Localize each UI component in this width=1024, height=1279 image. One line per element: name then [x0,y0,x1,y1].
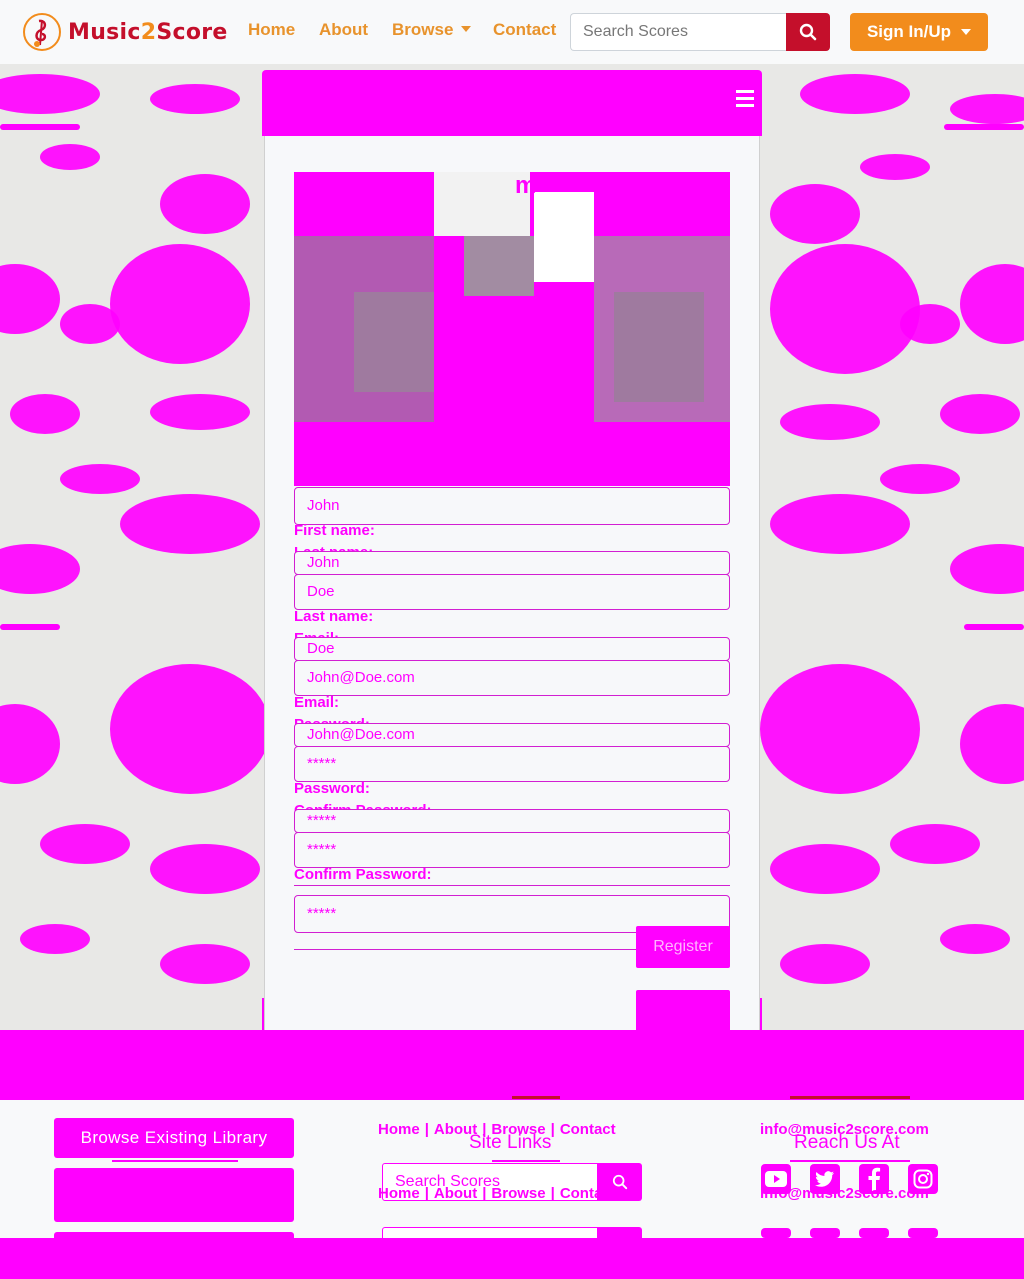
footer-contact-link[interactable]: Contact [560,1121,616,1138]
site-links-heading: Site Links [469,1132,552,1153]
password-input-duplicate[interactable]: ***** [294,809,730,833]
search-icon [799,23,817,41]
nav-home-link[interactable]: Home [248,20,295,40]
password-label-duplicate: Password: [294,780,370,797]
register-button-shadow [636,990,730,1034]
chevron-down-icon [961,29,972,35]
email-input[interactable]: John@Doe.com [294,660,730,696]
top-navbar: Music2Score Home About Browse Contact Se… [0,0,1024,64]
registration-image [294,172,730,486]
last-name-input-duplicate[interactable]: Doe [294,637,730,661]
footer-search-input[interactable] [382,1227,598,1238]
nav-contact-link[interactable]: Contact [493,20,556,40]
footer-home-link[interactable]: Home [378,1121,420,1138]
instagram-icon[interactable] [908,1228,938,1238]
footer-button[interactable] [54,1168,294,1222]
password-input[interactable]: ***** [294,746,730,782]
first-name-input-duplicate[interactable]: John [294,551,730,575]
last-name-input[interactable]: Doe [294,574,730,610]
reach-us-heading: Reach Us At [794,1132,900,1153]
footer-browse-link[interactable]: Browse [491,1185,545,1202]
confirm-password-label-duplicate: Confirm Password: [294,866,432,883]
footer-home-link[interactable]: Home [378,1185,420,1202]
chevron-down-icon [461,26,472,32]
form-heading: m [515,172,537,199]
register-button[interactable]: Register [636,926,730,968]
first-name-input[interactable]: John [294,487,730,525]
footer-search-button[interactable] [598,1227,642,1238]
sign-in-up-dropdown[interactable]: Sign In/Up [850,13,988,51]
search-button[interactable] [786,13,830,51]
footer-email-link-duplicate[interactable]: info@music2score.com [760,1185,929,1202]
nav-browse-label: Browse [392,20,454,39]
search-form: Search Scores [570,13,830,51]
twitter-icon[interactable] [810,1228,840,1238]
browse-library-underline [112,1160,238,1162]
footer-site-links-duplicate: Home | About | Browse | Contact [378,1185,616,1202]
footer-heading-band [0,1030,1024,1100]
footer-search-form-duplicate [382,1227,642,1238]
youtube-icon[interactable] [761,1228,791,1238]
footer-band-underline [790,1096,910,1099]
footer-band-underline [512,1096,560,1099]
music-note-logo-icon [23,13,61,51]
email-label-duplicate: Email: [294,694,340,711]
browse-library-button[interactable]: Browse Existing Library [54,1118,294,1158]
search-input[interactable]: Search Scores [570,13,786,51]
sign-in-up-label: Sign In/Up [866,22,952,41]
brand-logo[interactable]: Music2Score [22,12,228,52]
facebook-icon[interactable] [859,1228,889,1238]
reach-us-underline [790,1160,910,1162]
nav-browse-dropdown[interactable]: Browse [392,20,472,40]
card-header [262,70,762,136]
menu-icon[interactable] [736,90,754,111]
confirm-password-input[interactable]: ***** [294,832,730,868]
footer-about-link[interactable]: About [434,1185,477,1202]
first-name-label: First name: [294,522,375,539]
brand-name: Music2Score [68,19,228,45]
footer-contact-link[interactable]: Contact [560,1185,616,1202]
nav-about-link[interactable]: About [319,20,368,40]
form-divider [294,885,730,886]
site-links-underline [492,1160,560,1162]
footer-button[interactable] [54,1232,294,1242]
footer-bottom-band [0,1238,1024,1279]
last-name-label-duplicate: Last name: [294,608,374,625]
email-input-duplicate[interactable]: John@Doe.com [294,723,730,747]
